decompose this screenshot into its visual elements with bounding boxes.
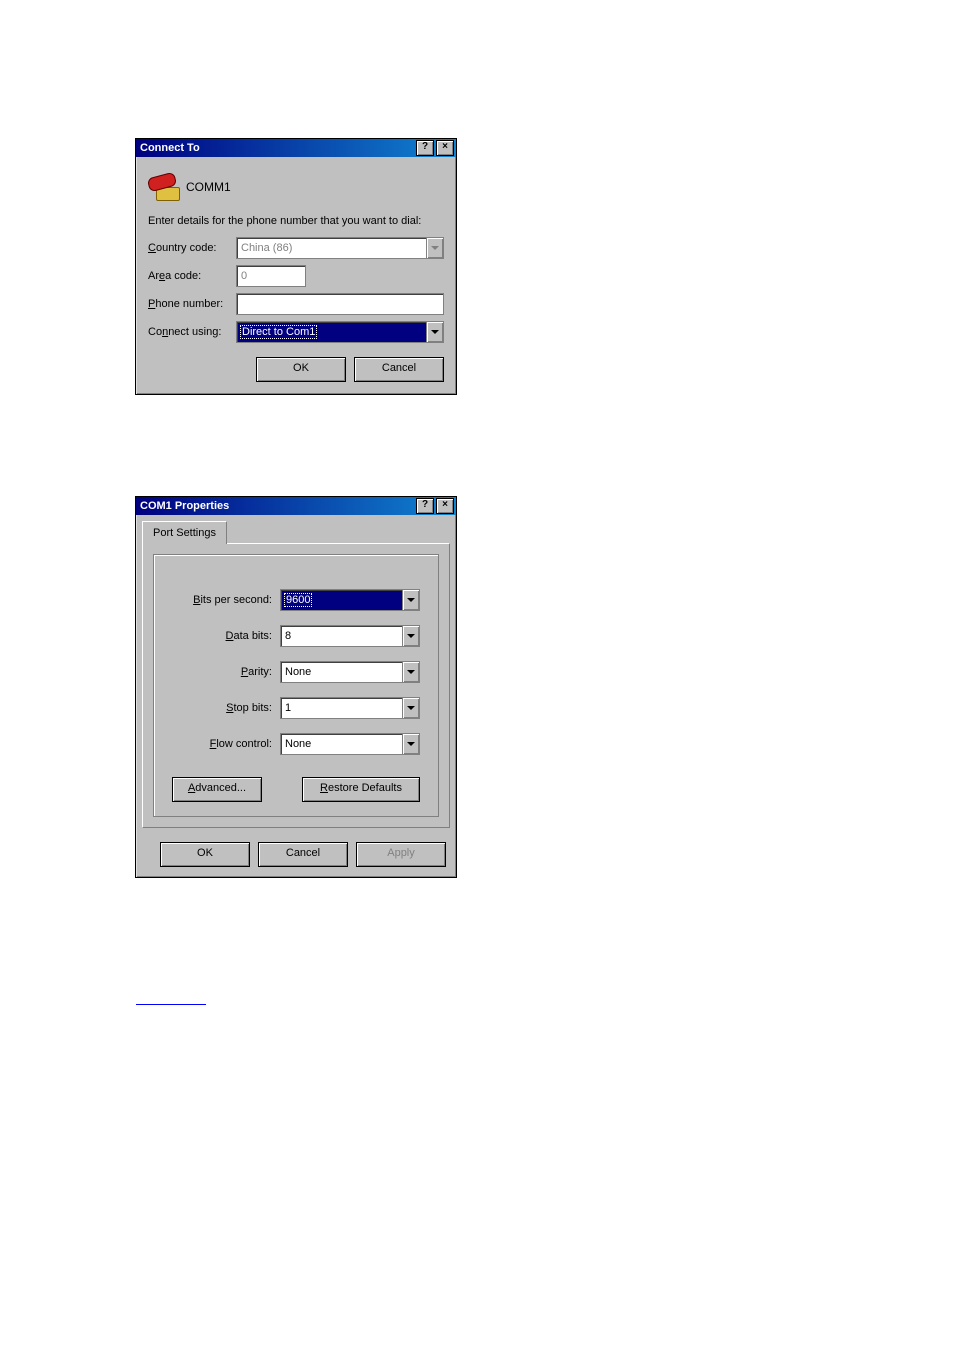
tab-strip: Port Settings [142,521,450,543]
help-button[interactable]: ? [416,140,434,156]
cancel-button[interactable]: Cancel [258,842,348,867]
instruction-text: Enter details for the phone number that … [148,215,444,227]
connect-to-dialog: Connect To ? × COMM1 Enter details for t… [135,138,457,395]
cancel-button[interactable]: Cancel [354,357,444,382]
bits-per-second-label: Bits per second: [172,594,280,606]
country-code-label: Country code: [148,242,236,254]
connect-using-select[interactable]: Direct to Com1 [236,321,444,343]
titlebar: Connect To ? × [136,139,456,157]
tab-panel: Bits per second: 9600 Data bits: 8 Parit… [142,543,450,828]
area-code-input: 0 [236,265,306,287]
hyperlink[interactable] [136,1003,206,1005]
phone-number-input[interactable] [236,293,444,315]
settings-group: Bits per second: 9600 Data bits: 8 Parit… [153,554,439,817]
titlebar: COM1 Properties ? × [136,497,456,515]
parity-select[interactable]: None [280,661,420,683]
data-bits-label: Data bits: [172,630,280,642]
chevron-down-icon[interactable] [402,662,419,682]
chevron-down-icon [426,238,443,258]
flow-control-select[interactable]: None [280,733,420,755]
advanced-button[interactable]: Advanced... [172,777,262,802]
flow-control-label: Flow control: [172,738,280,750]
country-code-select: China (86) [236,237,444,259]
restore-defaults-button[interactable]: Restore Defaults [302,777,420,802]
chevron-down-icon[interactable] [402,626,419,646]
ok-button[interactable]: OK [256,357,346,382]
window-title: Connect To [138,142,414,154]
connection-name: COMM1 [186,180,231,194]
parity-label: Parity: [172,666,280,678]
data-bits-select[interactable]: 8 [280,625,420,647]
help-button[interactable]: ? [416,498,434,514]
close-button[interactable]: × [436,498,454,514]
chevron-down-icon[interactable] [402,734,419,754]
chevron-down-icon[interactable] [402,590,419,610]
close-button[interactable]: × [436,140,454,156]
phone-number-label: Phone number: [148,298,236,310]
apply-button: Apply [356,842,446,867]
area-code-label: Area code: [148,270,236,282]
chevron-down-icon[interactable] [426,322,443,342]
stop-bits-label: Stop bits: [172,702,280,714]
stop-bits-select[interactable]: 1 [280,697,420,719]
phone-icon [148,173,180,201]
ok-button[interactable]: OK [160,842,250,867]
window-title: COM1 Properties [138,500,414,512]
bits-per-second-select[interactable]: 9600 [280,589,420,611]
com1-properties-dialog: COM1 Properties ? × Port Settings Bits p… [135,496,457,878]
tab-port-settings[interactable]: Port Settings [142,521,227,544]
chevron-down-icon[interactable] [402,698,419,718]
connect-using-label: Connect using: [148,326,236,338]
